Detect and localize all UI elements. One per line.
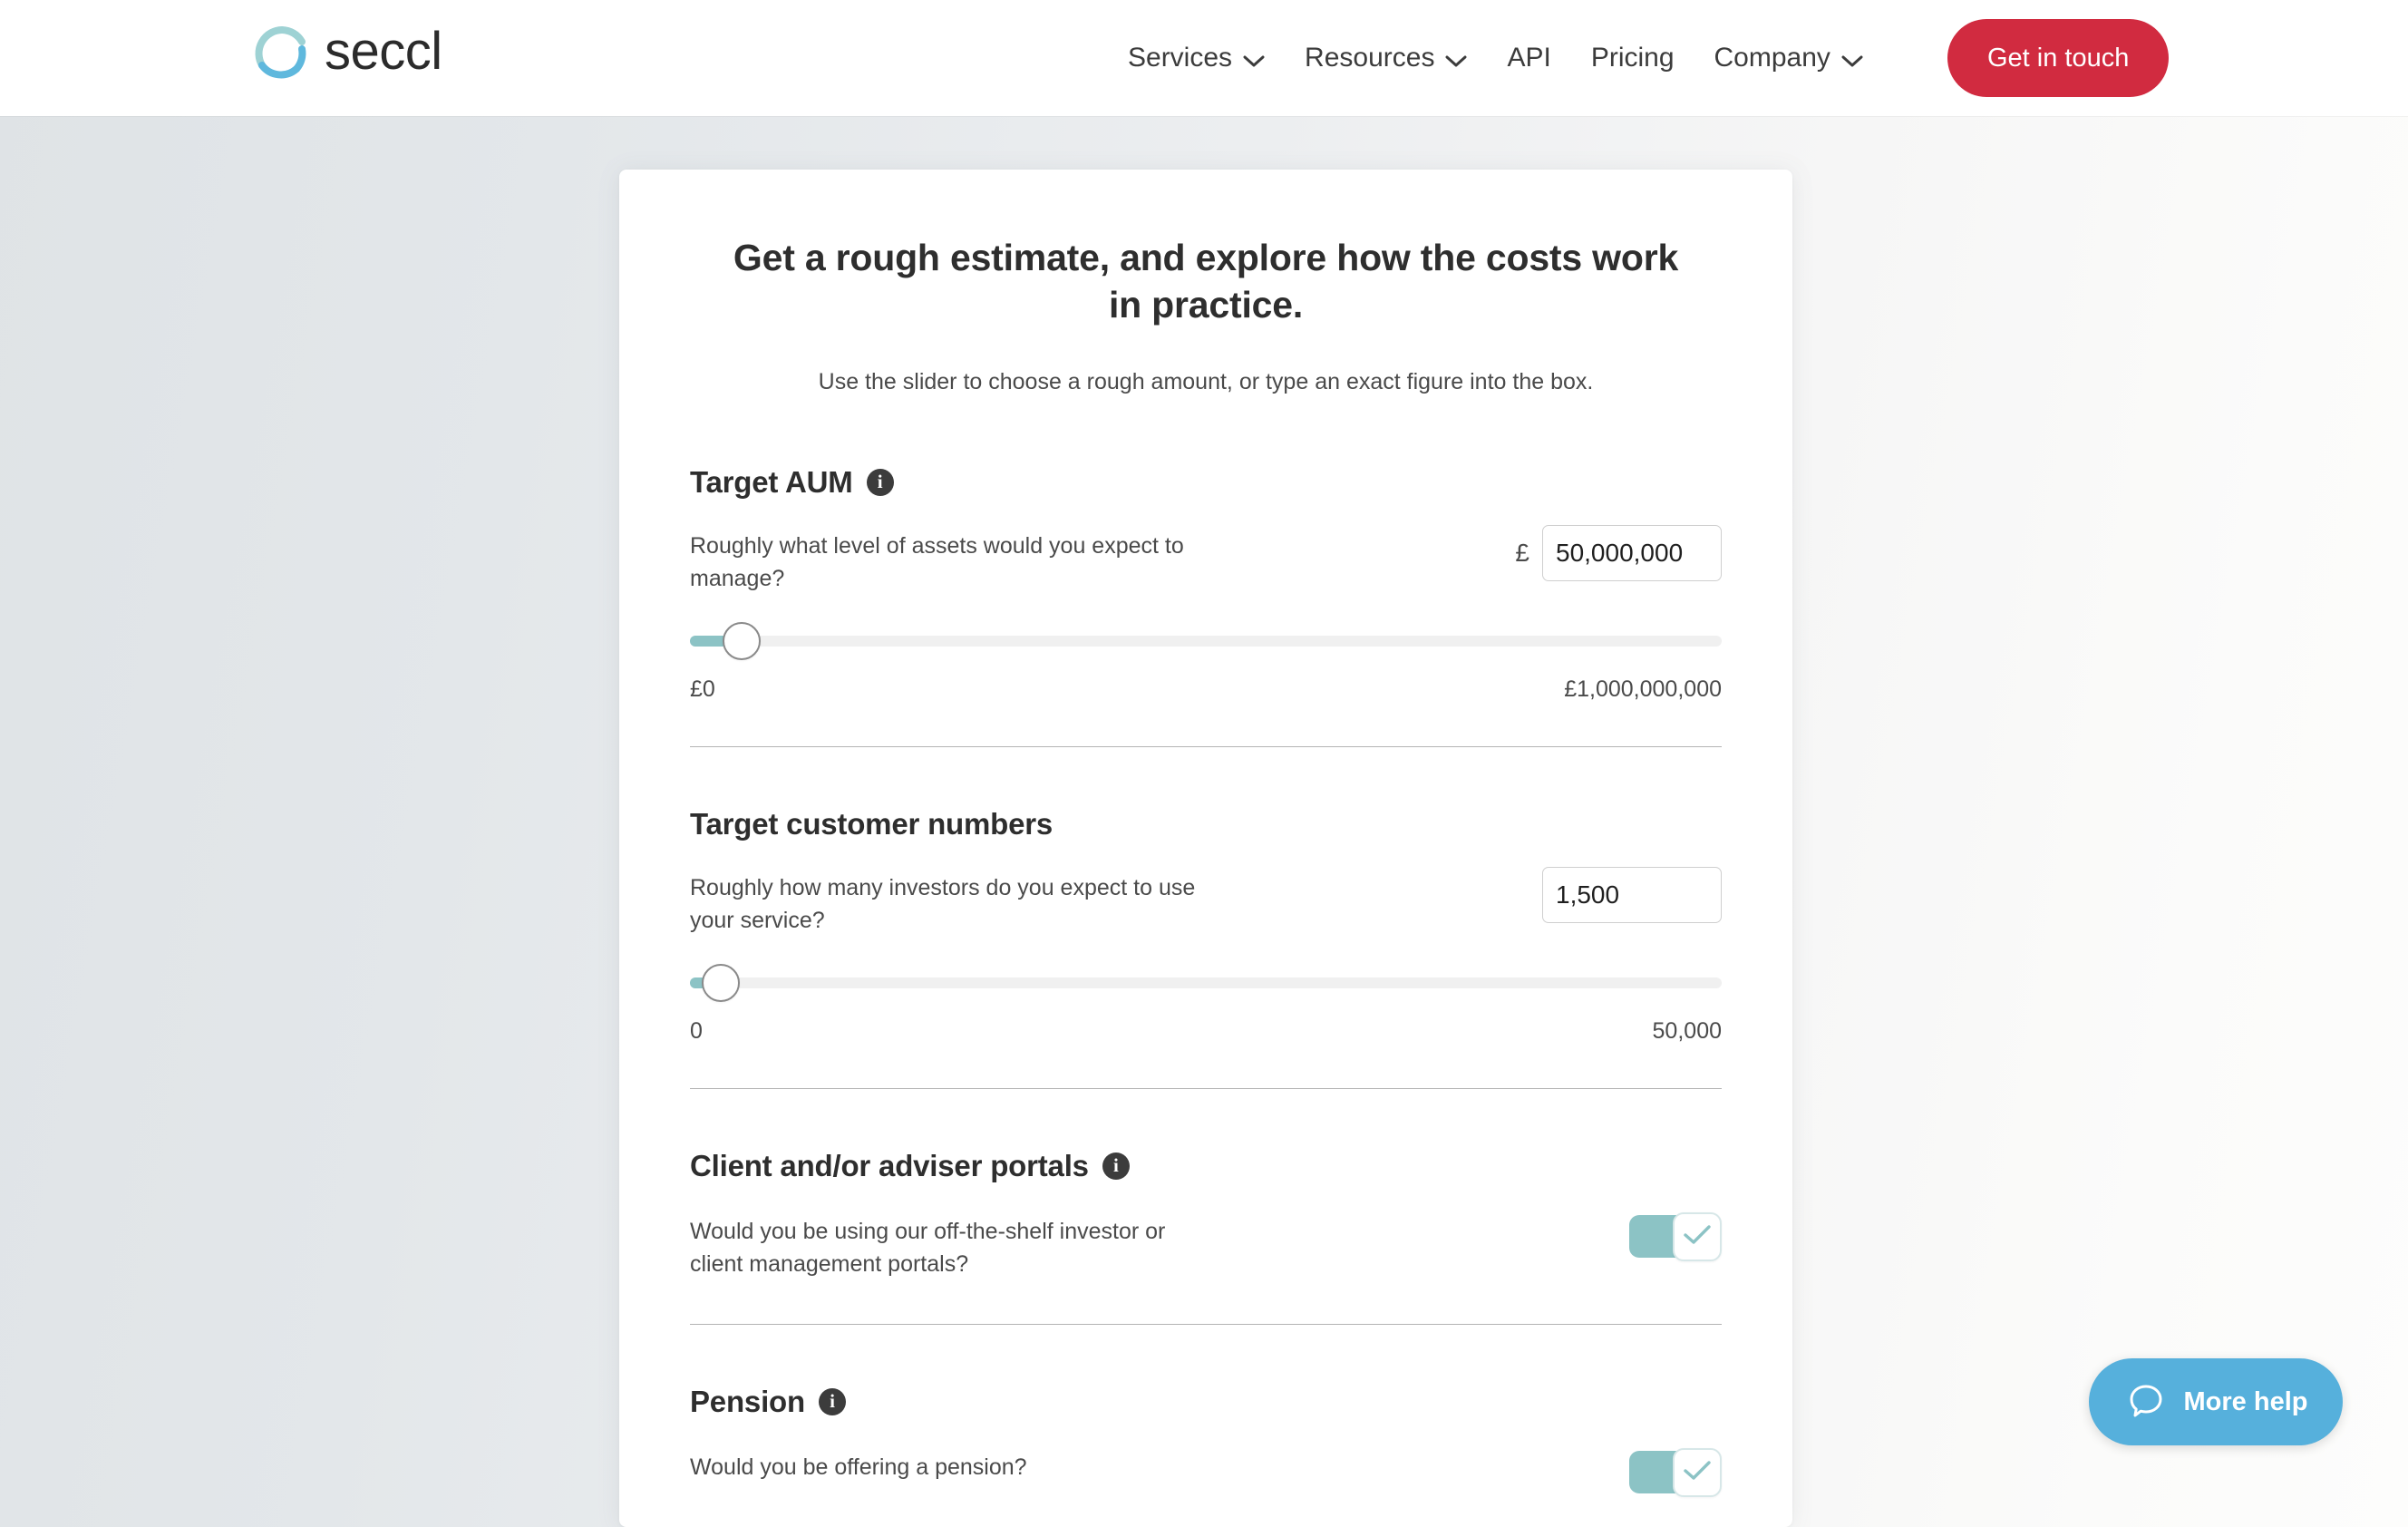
page-subtitle: Use the slider to choose a rough amount,… — [690, 366, 1722, 398]
nav-item-resources[interactable]: Resources — [1285, 42, 1487, 75]
slider-track — [690, 636, 1722, 647]
section-target-customer-numbers-heading: Target customer numbers — [690, 807, 1722, 841]
client-adviser-portals-toggle[interactable] — [1629, 1212, 1722, 1260]
target-customer-numbers-field-wrap — [1542, 867, 1722, 923]
section-client-adviser-portals-title: Client and/or adviser portals — [690, 1149, 1089, 1183]
section-client-adviser-portals: Client and/or adviser portals i Would yo… — [690, 1089, 1722, 1280]
info-icon[interactable]: i — [819, 1388, 846, 1415]
target-customer-numbers-row: Roughly how many investors do you expect… — [690, 867, 1722, 937]
slider-max-label: 50,000 — [1653, 1018, 1722, 1045]
pension-question: Would you be offering a pension? — [690, 1446, 1027, 1484]
seccl-circle-logo-icon — [252, 24, 312, 83]
toggle-knob — [1673, 1212, 1722, 1261]
nav-item-resources-label: Resources — [1305, 43, 1434, 73]
nav-item-services[interactable]: Services — [1108, 42, 1285, 75]
target-customer-numbers-input[interactable] — [1542, 867, 1722, 923]
info-icon[interactable]: i — [867, 469, 894, 496]
section-target-customer-numbers: Target customer numbers Roughly how many… — [690, 747, 1722, 1045]
section-pension-title: Pension — [690, 1385, 805, 1419]
section-target-aum-heading: Target AUM i — [690, 465, 1722, 500]
check-icon — [1683, 1459, 1712, 1487]
chevron-down-icon — [1243, 44, 1265, 75]
target-customer-numbers-slider[interactable] — [690, 968, 1722, 998]
get-in-touch-button[interactable]: Get in touch — [1947, 19, 2169, 97]
client-adviser-portals-row: Would you be using our off-the-shelf inv… — [690, 1211, 1722, 1280]
pension-toggle[interactable] — [1629, 1448, 1722, 1495]
client-adviser-portals-question: Would you be using our off-the-shelf inv… — [690, 1211, 1207, 1280]
toggle-knob — [1673, 1448, 1722, 1497]
slider-track — [690, 977, 1722, 988]
chevron-down-icon — [1841, 44, 1863, 75]
target-aum-slider-block: £0 £1,000,000,000 — [690, 626, 1722, 703]
slider-max-label: £1,000,000,000 — [1564, 676, 1722, 703]
target-aum-slider-bounds: £0 £1,000,000,000 — [690, 676, 1722, 703]
nav-item-api[interactable]: API — [1487, 43, 1570, 73]
target-aum-input[interactable] — [1542, 525, 1722, 581]
nav-item-services-label: Services — [1128, 43, 1232, 73]
nav-links: Services Resources API Pricing Company — [1108, 0, 1883, 116]
nav-item-company-label: Company — [1714, 43, 1830, 73]
section-pension-heading: Pension i — [690, 1385, 1722, 1419]
chevron-down-icon — [1445, 44, 1467, 75]
currency-symbol: £ — [1515, 539, 1529, 568]
pension-row: Would you be offering a pension? — [690, 1446, 1722, 1495]
page-root: seccl Services Resources API Pricing — [0, 0, 2408, 1527]
info-icon[interactable]: i — [1102, 1153, 1130, 1180]
target-customer-numbers-slider-block: 0 50,000 — [690, 968, 1722, 1045]
target-aum-field-wrap: £ — [1515, 525, 1722, 581]
page-title: Get a rough estimate, and explore how th… — [690, 235, 1722, 328]
more-help-label: More help — [2184, 1387, 2308, 1417]
section-target-aum-title: Target AUM — [690, 465, 853, 500]
target-aum-row: Roughly what level of assets would you e… — [690, 525, 1722, 595]
section-target-aum: Target AUM i Roughly what level of asset… — [690, 398, 1722, 703]
section-client-adviser-portals-heading: Client and/or adviser portals i — [690, 1149, 1722, 1183]
section-target-customer-numbers-title: Target customer numbers — [690, 807, 1053, 841]
top-navigation-bar: seccl Services Resources API Pricing — [0, 0, 2408, 116]
target-aum-slider[interactable] — [690, 626, 1722, 657]
slider-min-label: 0 — [690, 1018, 703, 1045]
brand-name-text: seccl — [325, 25, 442, 82]
section-pension: Pension i Would you be offering a pensio… — [690, 1325, 1722, 1495]
nav-item-api-label: API — [1507, 43, 1550, 73]
slider-min-label: £0 — [690, 676, 715, 703]
slider-thumb[interactable] — [723, 622, 761, 660]
more-help-button[interactable]: More help — [2089, 1358, 2343, 1445]
target-customer-numbers-slider-bounds: 0 50,000 — [690, 1018, 1722, 1045]
cost-calculator-card: Get a rough estimate, and explore how th… — [619, 170, 1792, 1527]
brand-logo-link[interactable]: seccl — [252, 24, 442, 83]
check-icon — [1683, 1223, 1712, 1251]
nav-item-company[interactable]: Company — [1694, 42, 1883, 75]
slider-thumb[interactable] — [702, 964, 740, 1002]
chat-bubble-icon — [2124, 1379, 2168, 1425]
nav-item-pricing[interactable]: Pricing — [1571, 43, 1694, 73]
nav-item-pricing-label: Pricing — [1591, 43, 1675, 73]
target-aum-question: Roughly what level of assets would you e… — [690, 525, 1207, 595]
target-customer-numbers-question: Roughly how many investors do you expect… — [690, 867, 1207, 937]
